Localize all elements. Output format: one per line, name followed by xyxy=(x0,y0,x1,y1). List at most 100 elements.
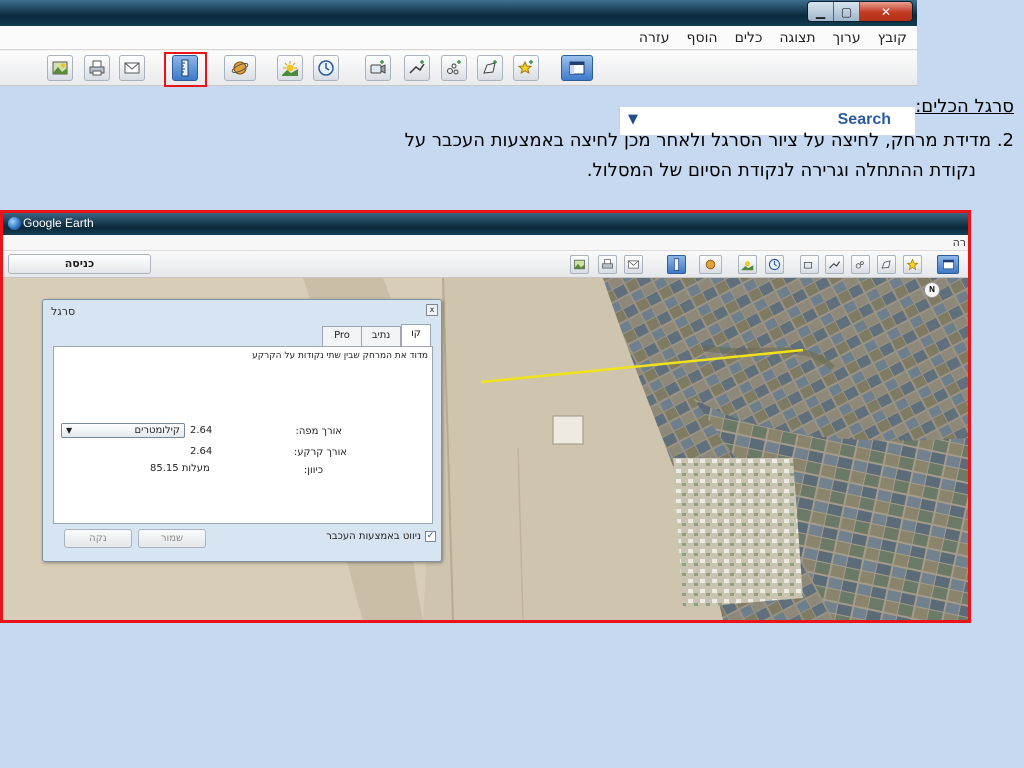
ge-print-button[interactable] xyxy=(598,255,617,274)
heading-label: כיוון: xyxy=(303,465,323,476)
close-icon[interactable]: x xyxy=(426,304,438,316)
image-overlay-icon xyxy=(574,259,585,270)
menu-file[interactable]: קובץ xyxy=(878,30,907,46)
add-polygon-icon xyxy=(447,60,461,75)
ge-planet-button[interactable] xyxy=(699,255,722,274)
record-tour-icon xyxy=(370,60,386,74)
ruler-highlight-box xyxy=(164,52,207,87)
google-earth-logo-icon xyxy=(8,217,21,230)
ruler-description: מדוד את המרחק שבין שתי נקודות על הקרקע xyxy=(252,351,428,361)
map-length-value: 2.64 xyxy=(190,425,213,436)
mouse-navigation-checkbox[interactable]: ✓ xyxy=(425,531,436,542)
ge-menu-bar: רה xyxy=(3,235,968,251)
planet-button[interactable] xyxy=(224,55,256,81)
add-polygon-icon xyxy=(855,261,864,269)
maximize-icon[interactable]: ▢ xyxy=(834,2,860,21)
historical-imagery-icon xyxy=(768,258,781,271)
print-icon xyxy=(89,60,105,76)
tab-line[interactable]: קו xyxy=(401,324,431,347)
menu-add[interactable]: הוסף xyxy=(687,30,718,46)
unit-select-value: קילומטרים xyxy=(134,425,180,436)
print-button[interactable] xyxy=(84,55,110,81)
ge-add-placemark-button[interactable] xyxy=(903,255,922,274)
sunlight-icon xyxy=(741,261,754,271)
ge-add-image-button[interactable] xyxy=(877,255,896,274)
main-toolbar: ▼ Search xyxy=(0,51,917,135)
menu-help[interactable]: עזרה xyxy=(639,30,670,46)
instruction-line-1: 2. מדידת מרחק, לחיצה על ציור הסרגל ולאחר… xyxy=(404,130,1014,151)
heading-value: 85.15 מעלות xyxy=(150,463,210,474)
ge-sunlight-button[interactable] xyxy=(738,255,757,274)
menu-tools[interactable]: כלים xyxy=(735,30,763,46)
ge-email-button[interactable] xyxy=(624,255,643,274)
save-button[interactable]: שמור xyxy=(138,529,206,548)
chevron-down-icon: ▼ xyxy=(66,426,73,435)
historical-imagery-icon xyxy=(318,60,334,76)
sidebar-button[interactable] xyxy=(561,55,593,81)
title-bar: ▁ ▢ ✕ xyxy=(0,0,917,26)
close-icon[interactable]: ✕ xyxy=(860,2,912,21)
ge-window-title: Google Earth xyxy=(23,216,94,230)
sunlight-button[interactable] xyxy=(277,55,303,81)
planet-icon xyxy=(705,259,716,270)
ge-add-path-button[interactable] xyxy=(825,255,844,274)
sign-in-button[interactable]: כניסה xyxy=(8,254,151,274)
instruction-line-2: נקודת ההתחלה וגרירה לנקודת הסיום של המסל… xyxy=(586,160,976,181)
ground-length-label: אורך קרקע: xyxy=(293,447,347,458)
sidebar-icon xyxy=(942,259,954,270)
tab-pro[interactable]: Pro xyxy=(322,326,362,346)
email-icon xyxy=(124,62,140,74)
email-icon xyxy=(628,260,639,269)
image-overlay-icon xyxy=(52,61,68,75)
image-overlay-button[interactable] xyxy=(47,55,73,81)
collapse-arrow-icon[interactable]: ▼ xyxy=(628,112,638,127)
add-placemark-icon xyxy=(517,60,533,75)
ge-menu-help[interactable]: רה xyxy=(953,236,966,249)
record-tour-icon xyxy=(804,261,813,269)
ge-record-tour-button[interactable] xyxy=(800,255,819,274)
ge-ruler-button[interactable] xyxy=(667,255,686,274)
app-chrome: ▁ ▢ ✕ קובץ ערוך תצוגה כלים הוסף עזרה ▼ S… xyxy=(0,0,917,135)
record-tour-button[interactable] xyxy=(365,55,391,81)
ruler-panel: מדוד את המרחק שבין שתי נקודות על הקרקע א… xyxy=(53,346,433,524)
ge-toolbar: כניסה xyxy=(3,251,968,278)
add-image-overlay-button[interactable] xyxy=(477,55,503,81)
compass-north-icon[interactable]: N xyxy=(924,282,940,298)
unit-select[interactable]: קילומטרים ▼ xyxy=(61,423,185,438)
ruler-dialog-title: סרגל xyxy=(51,305,76,318)
menu-bar: קובץ ערוך תצוגה כלים הוסף עזרה xyxy=(0,26,917,50)
ground-length-value: 2.64 xyxy=(190,446,213,457)
menu-view[interactable]: תצוגה xyxy=(779,30,815,46)
menu-edit[interactable]: ערוך xyxy=(833,30,861,46)
mouse-navigation-label: ניווט באמצעות העכבר xyxy=(326,531,421,542)
add-placemark-icon xyxy=(906,258,919,271)
map-length-label: אורך מפה: xyxy=(295,426,342,437)
window-controls: ▁ ▢ ✕ xyxy=(807,1,913,22)
add-placemark-button[interactable] xyxy=(513,55,539,81)
ge-sidebar-button[interactable] xyxy=(937,255,959,274)
toolbar-heading: סרגל הכלים: xyxy=(915,96,1014,117)
add-path-button[interactable] xyxy=(404,55,430,81)
print-icon xyxy=(602,259,613,269)
planet-icon xyxy=(231,61,249,75)
minimize-icon[interactable]: ▁ xyxy=(808,2,834,21)
sunlight-icon xyxy=(282,61,298,76)
historical-imagery-button[interactable] xyxy=(313,55,339,81)
google-earth-screenshot: Google Earth רה כניסה N סרגל x קו נתיב P… xyxy=(0,210,971,623)
add-path-icon xyxy=(829,261,841,269)
add-polygon-button[interactable] xyxy=(441,55,467,81)
ruler-icon xyxy=(673,258,680,271)
ge-image-overlay-button[interactable] xyxy=(570,255,589,274)
add-image-icon xyxy=(881,260,891,269)
mouse-navigation-option[interactable]: ✓ ניווט באמצעות העכבר xyxy=(326,531,436,542)
clear-button[interactable]: נקה xyxy=(64,529,132,548)
instruction-text: 2. מדידת מרחק, לחיצה על ציור הסרגל ולאחר… xyxy=(234,126,1014,186)
ge-historical-imagery-button[interactable] xyxy=(765,255,784,274)
email-button[interactable] xyxy=(119,55,145,81)
add-path-icon xyxy=(409,60,425,74)
ge-title-bar: Google Earth xyxy=(3,213,968,235)
ge-add-polygon-button[interactable] xyxy=(851,255,870,274)
tab-path[interactable]: נתיב xyxy=(361,326,401,346)
sidebar-icon xyxy=(569,61,585,75)
ruler-dialog: סרגל x קו נתיב Pro מדוד את המרחק שבין שת… xyxy=(42,299,442,562)
